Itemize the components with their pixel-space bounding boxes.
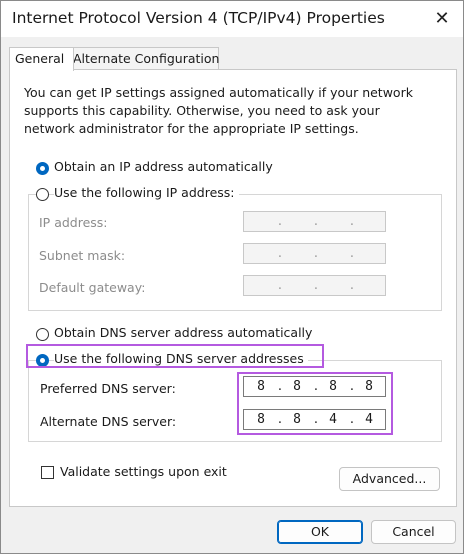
general-panel: You can get IP settings assigned automat… — [9, 69, 457, 507]
tab-alternate-configuration[interactable]: Alternate Configuration — [67, 47, 219, 70]
subnet-mask-label: Subnet mask: — [39, 248, 126, 263]
advanced-button[interactable]: Advanced... — [339, 467, 440, 491]
obtain-dns-auto-label: Obtain DNS server address automatically — [54, 325, 313, 340]
close-icon[interactable]: ✕ — [429, 7, 455, 31]
preferred-dns-label: Preferred DNS server: — [40, 381, 176, 396]
window-title: Internet Protocol Version 4 (TCP/IPv4) P… — [12, 9, 385, 27]
validate-settings-checkbox[interactable] — [41, 466, 54, 479]
use-following-ip-radio[interactable] — [36, 188, 49, 201]
alternate-dns-field[interactable]: 8 . 8 . 4 . 4 — [243, 409, 386, 430]
ip-address-field[interactable]: . . . — [243, 211, 386, 232]
default-gateway-label: Default gateway: — [39, 280, 146, 295]
dialog-window: Internet Protocol Version 4 (TCP/IPv4) P… — [0, 0, 464, 554]
obtain-dns-auto-radio[interactable] — [36, 328, 49, 341]
tab-general[interactable]: General — [9, 47, 74, 71]
subnet-mask-field[interactable]: . . . — [243, 243, 386, 264]
validate-settings-label: Validate settings upon exit — [60, 464, 227, 479]
preferred-dns-field[interactable]: 8 . 8 . 8 . 8 — [243, 376, 386, 397]
ok-button[interactable]: OK — [277, 520, 363, 544]
title-bar: Internet Protocol Version 4 (TCP/IPv4) P… — [1, 1, 463, 37]
alternate-dns-label: Alternate DNS server: — [40, 414, 177, 429]
ip-address-label: IP address: — [39, 215, 108, 230]
use-following-dns-radio[interactable] — [36, 354, 49, 367]
default-gateway-field[interactable]: . . . — [243, 275, 386, 296]
obtain-ip-auto-radio[interactable] — [36, 162, 49, 175]
use-following-ip-label: Use the following IP address: — [54, 185, 239, 200]
use-following-dns-label: Use the following DNS server addresses — [54, 351, 308, 366]
cancel-button[interactable]: Cancel — [371, 520, 456, 544]
description-text: You can get IP settings assigned automat… — [24, 85, 413, 136]
obtain-ip-auto-label: Obtain an IP address automatically — [54, 159, 273, 174]
